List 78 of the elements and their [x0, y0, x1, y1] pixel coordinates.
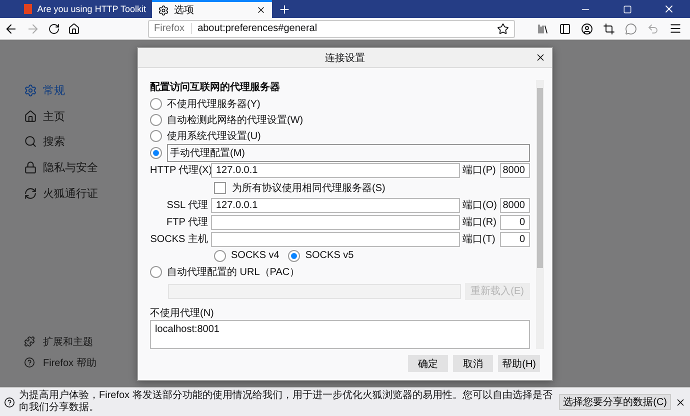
port-label: 端口(T) — [462, 232, 496, 246]
home-icon[interactable] — [68, 22, 80, 34]
radio-label: 使用系统代理设置(U) — [167, 130, 261, 144]
share-data-button[interactable]: 选择您要分享的数据(C) — [559, 394, 671, 410]
field-label: SOCKS 主机 — [150, 232, 208, 247]
no-proxy-field[interactable]: localhost:8001 — [150, 320, 530, 349]
home-icon — [24, 110, 37, 123]
search-icon — [24, 135, 37, 148]
sync-icon — [24, 186, 37, 200]
radio-button[interactable] — [288, 250, 300, 262]
sidebar-icon[interactable] — [559, 22, 571, 34]
sidebar-item[interactable]: 搜索 — [24, 129, 137, 155]
sidebar-link[interactable]: Firefox 帮助 — [24, 352, 137, 373]
port-field[interactable]: 0 — [500, 214, 530, 230]
field-label: FTP 代理 — [166, 216, 208, 230]
sidebar-item[interactable]: 隐私与安全 — [24, 154, 137, 180]
menu-icon[interactable] — [669, 22, 682, 35]
radio-button[interactable] — [150, 266, 162, 278]
browser-tab[interactable]: Are you using HTTP Toolkit — [18, 0, 152, 18]
address-bar[interactable]: Firefox about:preferences#general — [148, 20, 515, 38]
help-icon — [4, 396, 15, 408]
section-heading: 配置访问互联网的代理服务器 — [150, 80, 281, 95]
help-icon — [24, 357, 35, 368]
radio-button[interactable] — [150, 98, 162, 110]
sidebar-item[interactable]: 主页 — [24, 104, 137, 130]
radio-label: SOCKS v5 — [305, 250, 354, 262]
sidebar-item[interactable]: 火狐通行证 — [24, 180, 137, 206]
chat-icon[interactable] — [625, 22, 637, 34]
notification-text: 为提高用户体验，Firefox 将发送部分功能的使用情况给我们，用于进一步优化火狐浏览器的易用性。您可以自由选择是否向我们分享数据。 — [19, 390, 554, 414]
dialog-button[interactable]: 确定 — [408, 355, 448, 372]
radio-label: 自动检测此网络的代理设置(W) — [167, 114, 304, 128]
port-label: 端口(P) — [462, 164, 497, 178]
checkbox-label: 为所有协议使用相同代理服务器(S) — [232, 182, 386, 195]
gear-icon — [158, 4, 169, 16]
library-icon[interactable] — [537, 22, 549, 34]
radio-button[interactable] — [150, 130, 162, 142]
app-logo-icon — [24, 4, 32, 14]
radio-button[interactable] — [150, 147, 162, 160]
back-icon[interactable] — [4, 22, 18, 36]
proxy-field[interactable]: 127.0.0.1 — [211, 162, 460, 178]
star-icon[interactable] — [497, 22, 509, 34]
radio-button[interactable] — [214, 250, 226, 262]
identity-label: Firefox — [154, 23, 192, 34]
plus-icon[interactable] — [278, 2, 291, 16]
reload-icon[interactable] — [48, 22, 60, 34]
crop-icon[interactable] — [603, 22, 615, 34]
close-icon[interactable] — [675, 396, 686, 408]
proxy-field[interactable] — [211, 232, 460, 247]
close-icon[interactable] — [663, 3, 675, 15]
radio-button[interactable] — [150, 114, 162, 126]
port-field[interactable]: 0 — [500, 232, 530, 247]
close-icon[interactable] — [256, 5, 266, 15]
radio-label: 自动代理配置的 URL（PAC） — [167, 266, 300, 280]
checkbox[interactable] — [214, 182, 226, 194]
proxy-field[interactable] — [211, 214, 460, 230]
maximize-icon[interactable] — [622, 4, 632, 14]
radio-label: SOCKS v4 — [231, 250, 280, 262]
gear-icon — [24, 84, 37, 98]
scrollbar[interactable] — [536, 80, 544, 349]
port-field[interactable]: 8000 — [500, 162, 530, 178]
proxy-field[interactable]: 127.0.0.1 — [211, 198, 460, 213]
dialog-title: 连接设置 — [325, 52, 365, 64]
sidebar-link[interactable]: 扩展和主题 — [24, 331, 137, 352]
dialog-button[interactable]: 帮助(H) — [498, 355, 540, 372]
radio-label: 手动代理配置(M) — [167, 144, 530, 162]
close-icon[interactable] — [535, 52, 546, 63]
field-label: 不使用代理(N) — [150, 306, 215, 320]
lock-icon — [24, 161, 37, 174]
puzzle-icon — [24, 336, 35, 347]
field-label: SSL 代理 — [166, 198, 208, 213]
port-field[interactable]: 8000 — [500, 198, 530, 213]
dialog-button[interactable]: 取消 — [453, 355, 494, 372]
browser-tab[interactable]: 选项 — [152, 0, 272, 18]
account-icon[interactable] — [581, 22, 593, 34]
port-label: 端口(R) — [462, 216, 497, 230]
port-label: 端口(O) — [462, 198, 497, 212]
url-text: about:preferences#general — [198, 23, 318, 34]
radio-label: 不使用代理服务器(Y) — [167, 98, 260, 111]
